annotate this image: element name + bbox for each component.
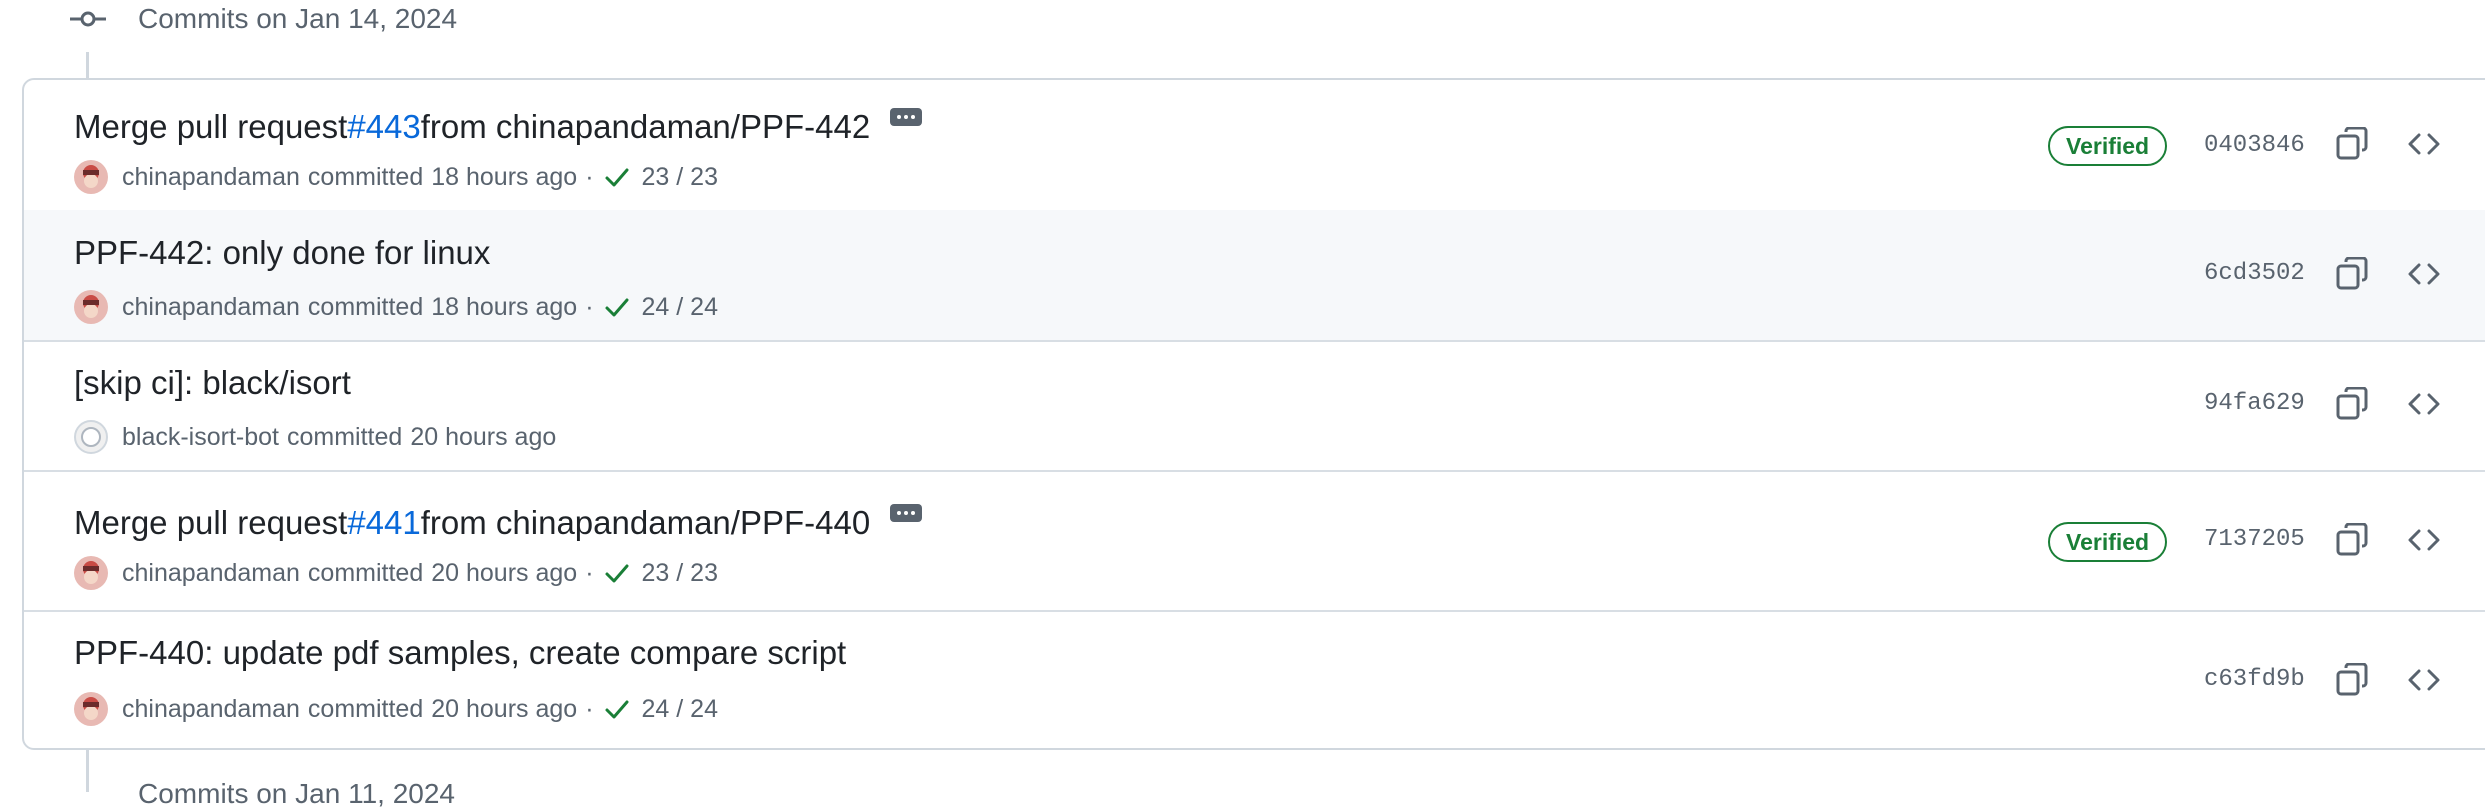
browse-repo-button[interactable] — [2402, 658, 2446, 702]
commit-action: committed — [307, 694, 424, 723]
code-icon — [2408, 133, 2440, 155]
commit-action: committed — [307, 558, 424, 587]
commit-author[interactable]: chinapandaman — [122, 559, 300, 588]
checks-count[interactable]: 24 / 24 — [642, 695, 718, 724]
code-icon — [2408, 393, 2440, 415]
commit-time: 20 hours ago — [410, 422, 557, 451]
commit-message[interactable]: [skip ci]: black/isort — [74, 364, 351, 402]
copy-sha-button[interactable] — [2330, 518, 2374, 562]
copy-sha-button[interactable] — [2330, 658, 2374, 702]
browse-repo-button[interactable] — [2402, 382, 2446, 426]
commit-sha[interactable]: 94fa629 — [2204, 390, 2305, 417]
commit-message[interactable]: PPF-442: only done for linux — [74, 234, 490, 272]
commit-meta: chinapandaman committed 18 hours ago · 2… — [74, 290, 718, 324]
commit-meta: black-isort-bot committed 20 hours ago — [74, 420, 556, 454]
copy-icon — [2336, 663, 2368, 696]
commit-message-text[interactable]: from chinapandaman/PPF-442 — [421, 108, 870, 146]
commit-author[interactable]: chinapandaman — [122, 293, 300, 322]
commit-meta: chinapandaman committed 18 hours ago · 2… — [74, 160, 718, 194]
commit-time: 18 hours ago — [431, 162, 578, 191]
commit-group-header: Commits on Jan 14, 2024 — [70, 0, 457, 38]
meta-separator: · — [585, 292, 594, 321]
checks-count[interactable]: 24 / 24 — [642, 293, 718, 322]
pull-request-link[interactable]: #443 — [347, 108, 420, 146]
commit-sha[interactable]: c63fd9b — [2204, 666, 2305, 693]
browse-repo-button[interactable] — [2402, 122, 2446, 166]
commit-time: 20 hours ago — [431, 558, 578, 587]
avatar[interactable] — [74, 556, 108, 590]
avatar[interactable] — [74, 420, 108, 454]
kebab-horizontal-icon[interactable] — [890, 108, 923, 126]
commit-message[interactable]: PPF-440: update pdf samples, create comp… — [74, 634, 846, 672]
avatar[interactable] — [74, 692, 108, 726]
checks-count[interactable]: 23 / 23 — [642, 559, 718, 588]
commit-sha[interactable]: 7137205 — [2204, 526, 2305, 553]
commit-row: Merge pull request #443 from chinapandam… — [24, 80, 2485, 212]
checks-count[interactable]: 23 / 23 — [642, 163, 718, 192]
kebab-horizontal-icon[interactable] — [890, 504, 923, 522]
copy-icon — [2336, 127, 2368, 160]
code-icon — [2408, 263, 2440, 285]
check-icon[interactable] — [604, 696, 630, 722]
avatar[interactable] — [74, 160, 108, 194]
commit-author[interactable]: black-isort-bot — [122, 423, 279, 452]
copy-sha-button[interactable] — [2330, 252, 2374, 296]
check-icon[interactable] — [604, 560, 630, 586]
copy-icon — [2336, 387, 2368, 420]
code-icon — [2408, 669, 2440, 691]
commit-row: PPF-442: only done for linux chinapandam… — [24, 210, 2485, 342]
commit-action: committed — [287, 422, 403, 451]
verified-badge[interactable]: Verified — [2048, 522, 2168, 562]
check-icon[interactable] — [604, 294, 630, 320]
verified-badge[interactable]: Verified — [2048, 126, 2168, 166]
code-icon — [2408, 529, 2440, 551]
commit-action: committed — [307, 162, 424, 191]
commit-message-text[interactable]: from chinapandaman/PPF-440 — [421, 504, 870, 542]
commit-list: Merge pull request #443 from chinapandam… — [22, 78, 2485, 750]
commit-row: [skip ci]: black/isort black-isort-bot c… — [24, 340, 2485, 472]
copy-sha-button[interactable] — [2330, 122, 2374, 166]
next-commit-group-title: Commits on Jan 11, 2024 — [138, 778, 455, 809]
meta-separator: · — [585, 162, 594, 191]
browse-repo-button[interactable] — [2402, 252, 2446, 296]
avatar[interactable] — [74, 290, 108, 324]
meta-separator: · — [585, 694, 594, 723]
copy-icon — [2336, 257, 2368, 290]
commit-meta: chinapandaman committed 20 hours ago · 2… — [74, 556, 718, 590]
timeline-line — [86, 748, 89, 792]
commit-message[interactable]: Merge pull request #443 from chinapandam… — [74, 108, 923, 146]
commit-time: 18 hours ago — [431, 292, 578, 321]
commit-sha[interactable]: 0403846 — [2204, 132, 2305, 159]
meta-separator: · — [585, 558, 594, 587]
commit-message-text[interactable]: Merge pull request — [74, 108, 347, 146]
commit-action: committed — [307, 292, 424, 321]
commit-author[interactable]: chinapandaman — [122, 695, 300, 724]
git-commit-icon — [70, 11, 106, 27]
commit-message[interactable]: Merge pull request #441 from chinapandam… — [74, 504, 923, 542]
commit-author[interactable]: chinapandaman — [122, 163, 300, 192]
commit-time: 20 hours ago — [431, 694, 578, 723]
check-icon[interactable] — [604, 164, 630, 190]
copy-sha-button[interactable] — [2330, 382, 2374, 426]
timeline-line — [86, 52, 89, 80]
browse-repo-button[interactable] — [2402, 518, 2446, 562]
commit-sha[interactable]: 6cd3502 — [2204, 260, 2305, 287]
commit-row: Merge pull request #441 from chinapandam… — [24, 470, 2485, 612]
commit-group-title: Commits on Jan 14, 2024 — [138, 3, 458, 34]
commit-message-text[interactable]: Merge pull request — [74, 504, 347, 542]
commit-meta: chinapandaman committed 20 hours ago · 2… — [74, 692, 718, 726]
copy-icon — [2336, 523, 2368, 556]
commit-row: PPF-440: update pdf samples, create comp… — [24, 610, 2485, 748]
pull-request-link[interactable]: #441 — [347, 504, 420, 542]
